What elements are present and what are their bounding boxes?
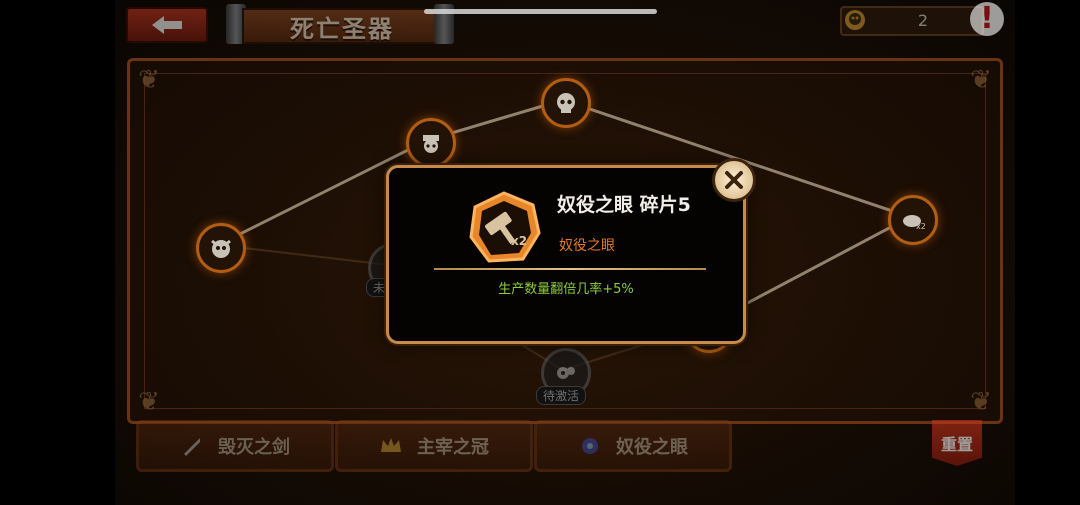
demon-head-icon	[211, 239, 231, 258]
fragment-effect: 生产数量翻倍几率+5%	[498, 282, 634, 297]
svg-text:x2: x2	[916, 222, 926, 231]
artifact-node[interactable]	[406, 118, 456, 168]
fragment-title: 奴役之眼 碎片5	[557, 194, 691, 216]
close-button[interactable]	[712, 158, 756, 202]
tab-label: 毁灭之剑	[218, 437, 290, 458]
node-status-label: 待激活	[536, 386, 587, 405]
tab-label: 奴役之眼	[616, 437, 688, 458]
crown-icon	[381, 438, 401, 452]
artifact-tabs: 毁灭之剑 主宰之冠 奴役之眼	[0, 420, 1080, 472]
fragment-set-name: 奴役之眼	[559, 238, 615, 254]
reset-button[interactable]: 重置	[932, 420, 982, 466]
modal-divider	[434, 268, 706, 270]
cloud-x2-icon: x2	[903, 215, 926, 231]
tab-label: 主宰之冠	[417, 437, 489, 458]
artifact-node[interactable]: x2	[888, 195, 938, 245]
skull-icon	[557, 93, 575, 113]
fragment-info-modal: x2 奴役之眼 碎片5 奴役之眼 生产数量翻倍几率+5%	[386, 165, 746, 344]
tab-sword[interactable]: 毁灭之剑	[136, 420, 334, 472]
close-icon	[725, 171, 743, 189]
artifact-node[interactable]	[541, 78, 591, 128]
tab-crown[interactable]: 主宰之冠	[335, 420, 533, 472]
hammer-icon: x2	[469, 191, 541, 263]
artifact-node[interactable]	[196, 223, 246, 273]
badge-multiplier: x2	[511, 234, 527, 248]
sword-icon	[184, 438, 200, 456]
hat-head-icon	[423, 135, 439, 153]
eye-gem-icon	[582, 438, 598, 454]
home-indicator	[424, 9, 657, 14]
tab-eye[interactable]: 奴役之眼	[534, 420, 732, 472]
gears-icon	[557, 367, 575, 379]
